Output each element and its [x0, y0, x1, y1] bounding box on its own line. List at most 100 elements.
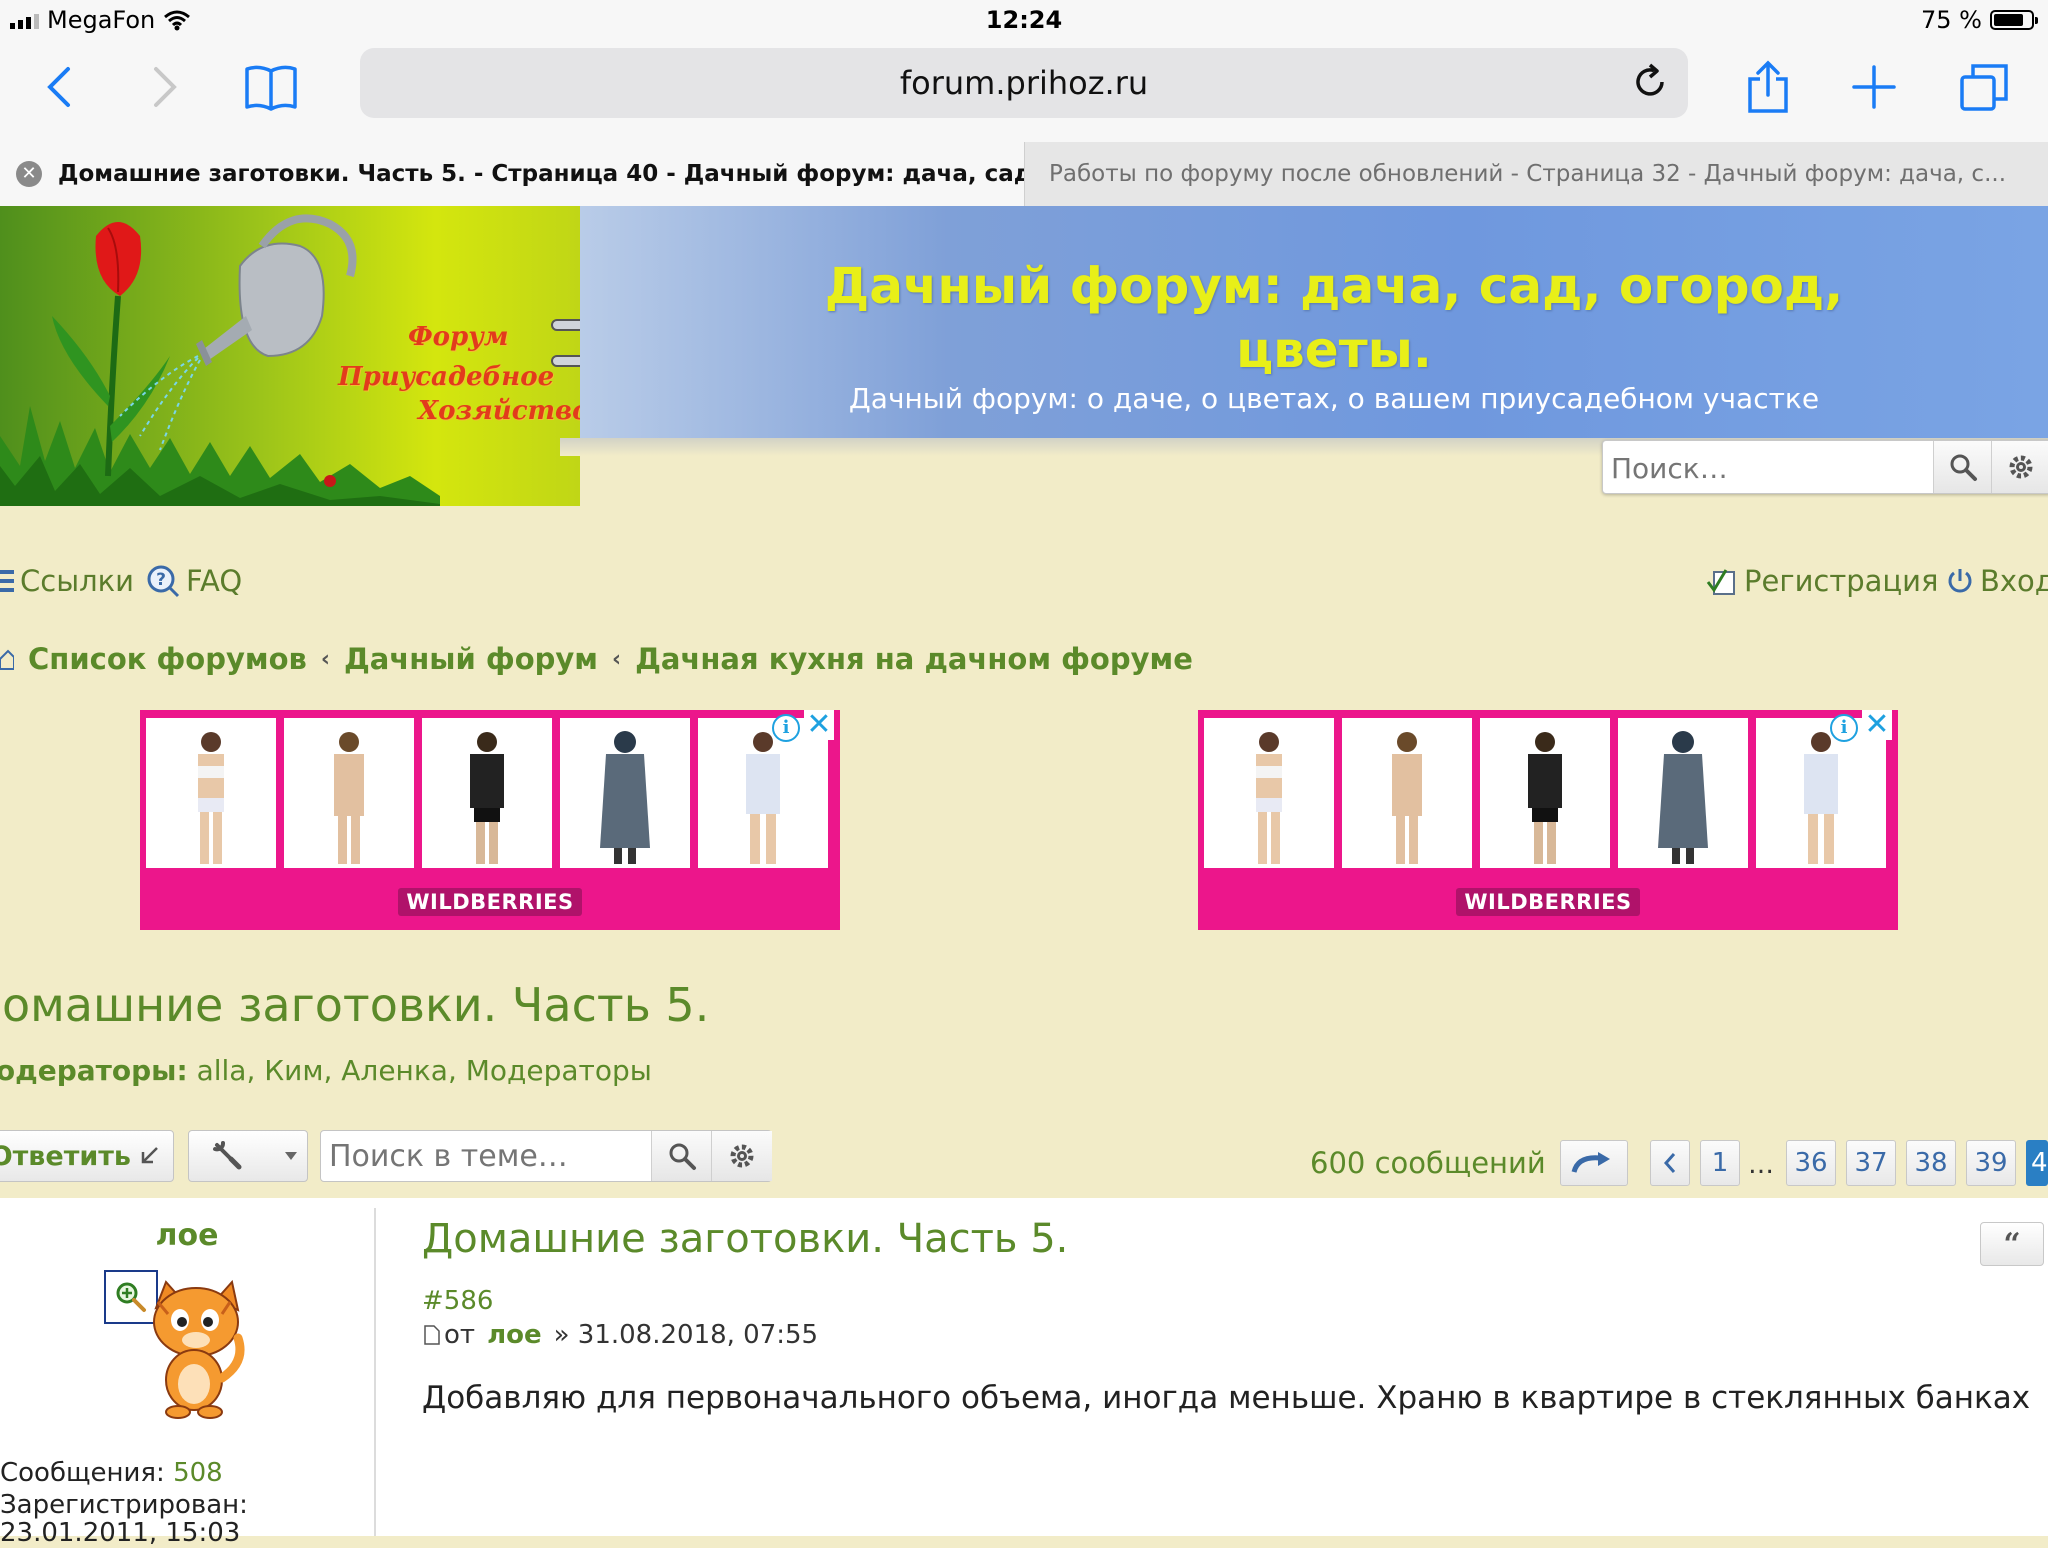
topic-title-wrap: Домашние заготовки. Часть 5. [0, 978, 709, 1032]
post: лое Сообщения: 508 Зарегистрирован: 23.0… [0, 1198, 2048, 1548]
reply-label: Ответить [0, 1140, 131, 1172]
ad-brand-label: WILDBERRIES [1456, 888, 1640, 916]
reload-button[interactable] [1630, 62, 1670, 106]
ad-product-image[interactable] [1342, 718, 1472, 868]
ad-brand: WILDBERRIES [1198, 888, 1898, 916]
ad-products [146, 718, 828, 868]
logo-artwork [0, 214, 440, 506]
quote-button[interactable]: “ [1980, 1222, 2044, 1266]
nav-faq[interactable]: ? FAQ [146, 564, 242, 598]
advanced-search-button[interactable] [1991, 441, 2048, 493]
ad-product-image[interactable] [1204, 718, 1334, 868]
ad-products [1204, 718, 1886, 868]
search-input[interactable] [1603, 441, 1939, 495]
chevron-right-icon [154, 67, 177, 107]
topic-tools-button[interactable] [188, 1130, 308, 1182]
tab-inactive[interactable]: Работы по форуму после обновлений - Стра… [1024, 142, 2048, 206]
moderator-link[interactable]: alla [197, 1054, 247, 1087]
post-author-name[interactable]: лое [0, 1218, 374, 1253]
post-title[interactable]: Домашние заготовки. Часть 5. [422, 1216, 1068, 1262]
current-page[interactable]: 40 [2026, 1140, 2048, 1186]
site-title[interactable]: Дачный форум: дача, сад, огород, цветы. [600, 254, 2048, 382]
reload-icon [1636, 63, 1664, 96]
moderator-link[interactable]: Ким [264, 1054, 323, 1087]
breadcrumb-separator-icon: ‹ [612, 646, 622, 672]
reply-arrow-icon [141, 1147, 158, 1164]
caret-down-icon [285, 1152, 297, 1160]
tab-title: Домашние заготовки. Часть 5. - Страница … [58, 161, 1024, 187]
nav-links[interactable]: Ссылки [0, 564, 134, 598]
posts-value[interactable]: 508 [173, 1458, 223, 1488]
nav-register[interactable]: Регистрация [1706, 564, 1938, 598]
nav-login[interactable]: Вход [1946, 564, 2048, 598]
post-number[interactable]: #586 [422, 1286, 493, 1316]
page-link[interactable]: 37 [1846, 1140, 1896, 1186]
page-link[interactable]: 39 [1966, 1140, 2016, 1186]
ad-banner-left[interactable]: i ✕ WILDBERRIES [140, 710, 840, 930]
post-count: 600 сообщений [1310, 1146, 1546, 1180]
help-icon: ? [147, 565, 180, 598]
forward-button[interactable] [140, 42, 190, 132]
tabs-button[interactable] [1954, 42, 2014, 132]
avatar [153, 1279, 245, 1419]
post-author-link[interactable]: лое [487, 1320, 542, 1350]
nav-faq-label: FAQ [186, 564, 243, 598]
prev-page-button[interactable] [1650, 1140, 1690, 1186]
reply-button[interactable]: Ответить [0, 1130, 174, 1182]
post-author-registered-label: Зарегистрирован: [0, 1490, 248, 1520]
ad-info-icon[interactable]: i [772, 714, 800, 742]
new-tab-button[interactable] [1846, 42, 1902, 132]
search-icon [669, 1143, 696, 1170]
close-icon: ✕ [21, 163, 37, 184]
breadcrumb-forums[interactable]: Список форумов [28, 642, 307, 676]
site-logo[interactable]: Форум Приусадебное Хозяйство [0, 206, 580, 506]
ad-banner-right[interactable]: i ✕ WILDBERRIES [1198, 710, 1898, 930]
tab-active[interactable]: ✕ Домашние заготовки. Часть 5. - Страниц… [0, 142, 1024, 206]
url-text: forum.prihoz.ru [899, 64, 1149, 102]
page-link[interactable]: 36 [1786, 1140, 1836, 1186]
bookmarks-button[interactable] [238, 42, 304, 132]
topic-search [320, 1130, 772, 1182]
search-button[interactable] [1933, 441, 1992, 493]
ad-product-image[interactable] [1618, 718, 1748, 868]
ad-close-icon[interactable]: ✕ [1862, 710, 1892, 740]
breadcrumb-dacha-forum[interactable]: Дачный форум [344, 642, 598, 676]
chevron-left-icon [47, 67, 70, 107]
ad-product-image[interactable] [146, 718, 276, 868]
moderator-link[interactable]: Модераторы [466, 1054, 652, 1087]
ad-product-image[interactable] [284, 718, 414, 868]
tab-title: Работы по форуму после обновлений - Стра… [1049, 161, 2007, 187]
clock: 12:24 [985, 6, 1063, 34]
moderator-link[interactable]: Аленка [341, 1054, 448, 1087]
close-tab-button[interactable]: ✕ [16, 161, 42, 187]
ad-close-icon[interactable]: ✕ [804, 710, 834, 740]
jump-to-page-button[interactable] [1560, 1140, 1628, 1186]
share-button[interactable] [1740, 42, 1796, 132]
address-bar[interactable]: forum.prihoz.ru [360, 48, 1688, 118]
chevron-left-icon [1663, 1153, 1676, 1173]
page-link[interactable]: 38 [1906, 1140, 1956, 1186]
ad-product-image[interactable] [1480, 718, 1610, 868]
back-button[interactable] [34, 42, 84, 132]
page-link[interactable]: 1 [1700, 1140, 1740, 1186]
nav-links-label: Ссылки [20, 564, 134, 598]
ad-brand-label: WILDBERRIES [398, 888, 582, 916]
ad-product-image[interactable] [560, 718, 690, 868]
topic-search-input[interactable] [321, 1132, 651, 1180]
post-author-posts: Сообщения: 508 [0, 1458, 223, 1488]
breadcrumb-kitchen[interactable]: Дачная кухня на дачном форуме [635, 642, 1193, 676]
topic-search-button[interactable] [651, 1131, 712, 1181]
posts-label: Сообщения: [0, 1458, 165, 1488]
page-ellipsis: … [1748, 1150, 1774, 1180]
gear-icon [730, 1144, 754, 1168]
ad-product-image[interactable] [422, 718, 552, 868]
browser-toolbar: forum.prihoz.ru [0, 42, 2048, 142]
share-icon [1748, 60, 1788, 113]
topic-advanced-search-button[interactable] [711, 1131, 772, 1181]
battery-percent: 75 % [1921, 6, 1982, 34]
ad-info-icon[interactable]: i [1830, 714, 1858, 742]
register-icon [1706, 569, 1735, 595]
topic-title[interactable]: Домашние заготовки. Часть 5. [0, 978, 709, 1032]
logo-line-1: Форум [408, 322, 509, 352]
post-date: » 31.08.2018, 07:55 [553, 1320, 819, 1350]
